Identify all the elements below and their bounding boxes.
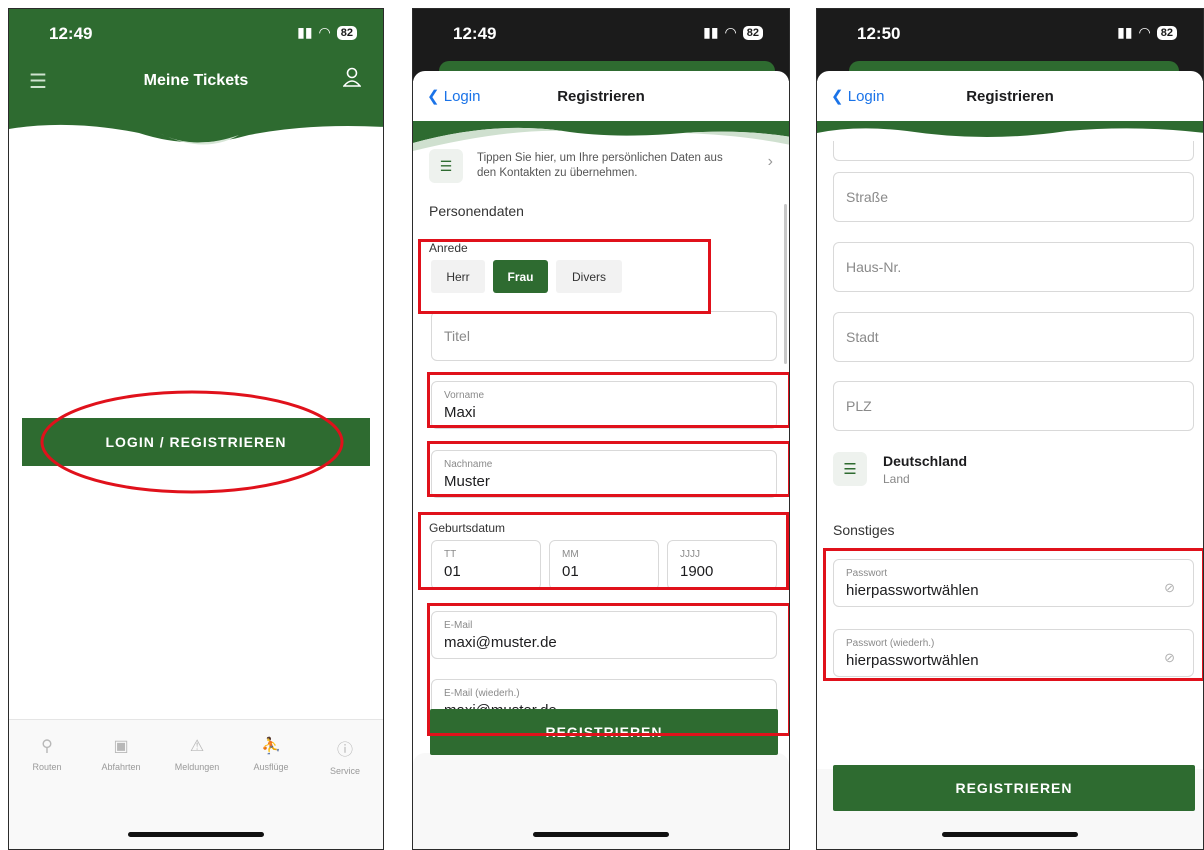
nav-title: Registrieren	[557, 88, 645, 105]
house-number-field[interactable]: Haus-Nr.	[833, 242, 1194, 292]
status-bar: 12:49 ▮▮ ◠ 82	[413, 9, 789, 59]
status-bar: 12:50 ▮▮ ◠ 82	[817, 9, 1203, 59]
scroll-indicator[interactable]	[784, 204, 787, 364]
highlight-salutation	[418, 239, 711, 314]
home-indicator	[128, 832, 264, 837]
list-icon: ☰	[833, 452, 867, 486]
nav-title: Registrieren	[966, 88, 1054, 105]
tab-routen[interactable]: ⚲ Routen	[17, 736, 77, 772]
chevron-right-icon: ›	[767, 153, 773, 170]
battery-icon: 82	[336, 25, 357, 40]
highlight-birthdate	[418, 512, 789, 590]
signal-icon: ▮▮	[297, 24, 313, 40]
routes-icon: ⚲	[41, 738, 53, 755]
section-personal: Personendaten	[429, 203, 524, 219]
register-button[interactable]: REGISTRIEREN	[833, 765, 1195, 811]
header-wave	[9, 121, 383, 145]
home-indicator	[942, 832, 1078, 837]
city-field[interactable]: Stadt	[833, 312, 1194, 362]
nav-bar: ❮ Login Registrieren	[413, 71, 789, 123]
street-field[interactable]: Straße	[833, 172, 1194, 222]
status-icons: ▮▮ ◠ 82	[703, 24, 763, 41]
screen-register-personal: 12:49 ▮▮ ◠ 82 ❮ Login Registrieren ☰ Tip…	[412, 8, 790, 850]
warning-icon: ⚠	[189, 738, 205, 755]
title-field[interactable]: Titel	[431, 311, 777, 361]
contacts-hint-row[interactable]: ☰ Tippen Sie hier, um Ihre persönlichen …	[429, 149, 773, 189]
hiker-icon: ⛹	[261, 738, 281, 755]
page-title: Meine Tickets	[143, 72, 249, 89]
highlight-password	[823, 548, 1203, 681]
zip-field[interactable]: PLZ	[833, 381, 1194, 431]
highlight-lastname	[427, 441, 789, 497]
tab-meldungen[interactable]: ⚠ Meldungen	[167, 736, 227, 772]
tab-abfahrten[interactable]: ▣ Abfahrten	[91, 736, 151, 772]
wifi-icon: ◠	[1138, 24, 1151, 40]
status-icons: ▮▮ ◠ 82	[297, 24, 357, 41]
status-time: 12:49	[49, 24, 93, 43]
app-header: 12:49 ▮▮ ◠ 82 ☰ Meine Tickets	[9, 9, 383, 123]
tab-ausfluege[interactable]: ⛹ Ausflüge	[241, 736, 301, 772]
bus-icon: ▣	[113, 738, 129, 755]
home-indicator	[533, 832, 669, 837]
status-icons: ▮▮ ◠ 82	[1117, 24, 1177, 41]
contacts-hint-text: Tippen Sie hier, um Ihre persönlichen Da…	[477, 152, 723, 179]
nav-bar: ❮ Login Registrieren	[817, 71, 1203, 123]
status-time: 12:50	[857, 24, 901, 43]
screen-register-address: 12:50 ▮▮ ◠ 82 ❮ Login Registrieren Straß…	[816, 8, 1204, 850]
battery-icon: 82	[742, 25, 763, 40]
wifi-icon: ◠	[318, 24, 331, 40]
country-label: Land	[883, 472, 910, 486]
country-selector[interactable]: ☰ Deutschland Land	[833, 449, 1194, 491]
country-value: Deutschland	[883, 453, 968, 469]
bottom-tab-bar: ⚲ Routen ▣ Abfahrten ⚠ Meldungen ⛹ Ausflüge …	[9, 719, 383, 849]
screen-my-tickets: 12:49 ▮▮ ◠ 82 ☰ Meine Tickets LOGIN / RE…	[8, 8, 384, 850]
status-time: 12:49	[453, 24, 497, 43]
user-icon[interactable]	[342, 67, 362, 92]
highlight-ellipse	[40, 390, 344, 494]
prev-field[interactable]	[833, 141, 1194, 161]
wifi-icon: ◠	[724, 24, 737, 40]
status-bar: 12:49 ▮▮ ◠ 82	[9, 9, 383, 59]
contacts-icon: ☰	[429, 149, 463, 183]
section-other: Sonstiges	[833, 522, 895, 538]
signal-icon: ▮▮	[1117, 24, 1133, 40]
signal-icon: ▮▮	[703, 24, 719, 40]
highlight-email	[427, 603, 789, 736]
highlight-firstname	[427, 372, 789, 428]
battery-icon: 82	[1156, 25, 1177, 40]
tab-service[interactable]: ⓘ Service	[315, 736, 375, 776]
info-icon: ⓘ	[336, 742, 353, 759]
